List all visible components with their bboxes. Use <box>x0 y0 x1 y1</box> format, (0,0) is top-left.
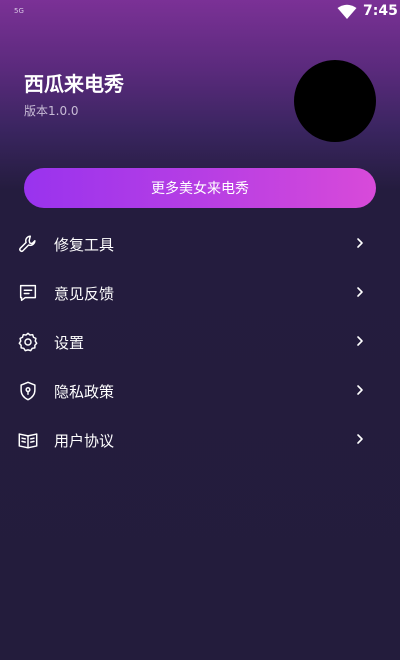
menu-item-repair-tool[interactable]: 修复工具 <box>0 219 400 268</box>
app-title: 西瓜来电秀 <box>24 72 124 96</box>
feedback-message-icon <box>17 282 39 304</box>
gear-icon <box>17 331 39 353</box>
menu-item-privacy-policy[interactable]: 隐私政策 <box>0 366 400 415</box>
more-call-shows-button[interactable]: 更多美女来电秀 <box>24 168 376 208</box>
menu-item-label: 隐私政策 <box>54 383 115 401</box>
clock: 7:45 <box>363 3 398 19</box>
book-icon <box>17 429 39 451</box>
menu-item-settings[interactable]: 设置 <box>0 317 400 366</box>
menu-item-label: 设置 <box>54 334 85 352</box>
settings-menu: 修复工具 意见反馈 设置 隐私政策 用户协议 <box>0 219 400 464</box>
status-bar: 5G 7:45 <box>0 0 400 24</box>
chevron-right-icon <box>355 432 365 446</box>
app-version: 版本1.0.0 <box>24 104 79 118</box>
menu-item-label: 意见反馈 <box>54 285 115 303</box>
chevron-right-icon <box>355 334 365 348</box>
network-indicator: 5G <box>14 7 24 15</box>
wrench-icon <box>17 233 39 255</box>
chevron-right-icon <box>355 285 365 299</box>
menu-item-feedback[interactable]: 意见反馈 <box>0 268 400 317</box>
chevron-right-icon <box>355 236 365 250</box>
menu-item-label: 修复工具 <box>54 236 115 254</box>
menu-item-label: 用户协议 <box>54 432 115 450</box>
avatar[interactable] <box>294 60 376 142</box>
wifi-icon <box>337 4 357 20</box>
shield-icon <box>17 380 39 402</box>
menu-item-user-agreement[interactable]: 用户协议 <box>0 415 400 464</box>
chevron-right-icon <box>355 383 365 397</box>
